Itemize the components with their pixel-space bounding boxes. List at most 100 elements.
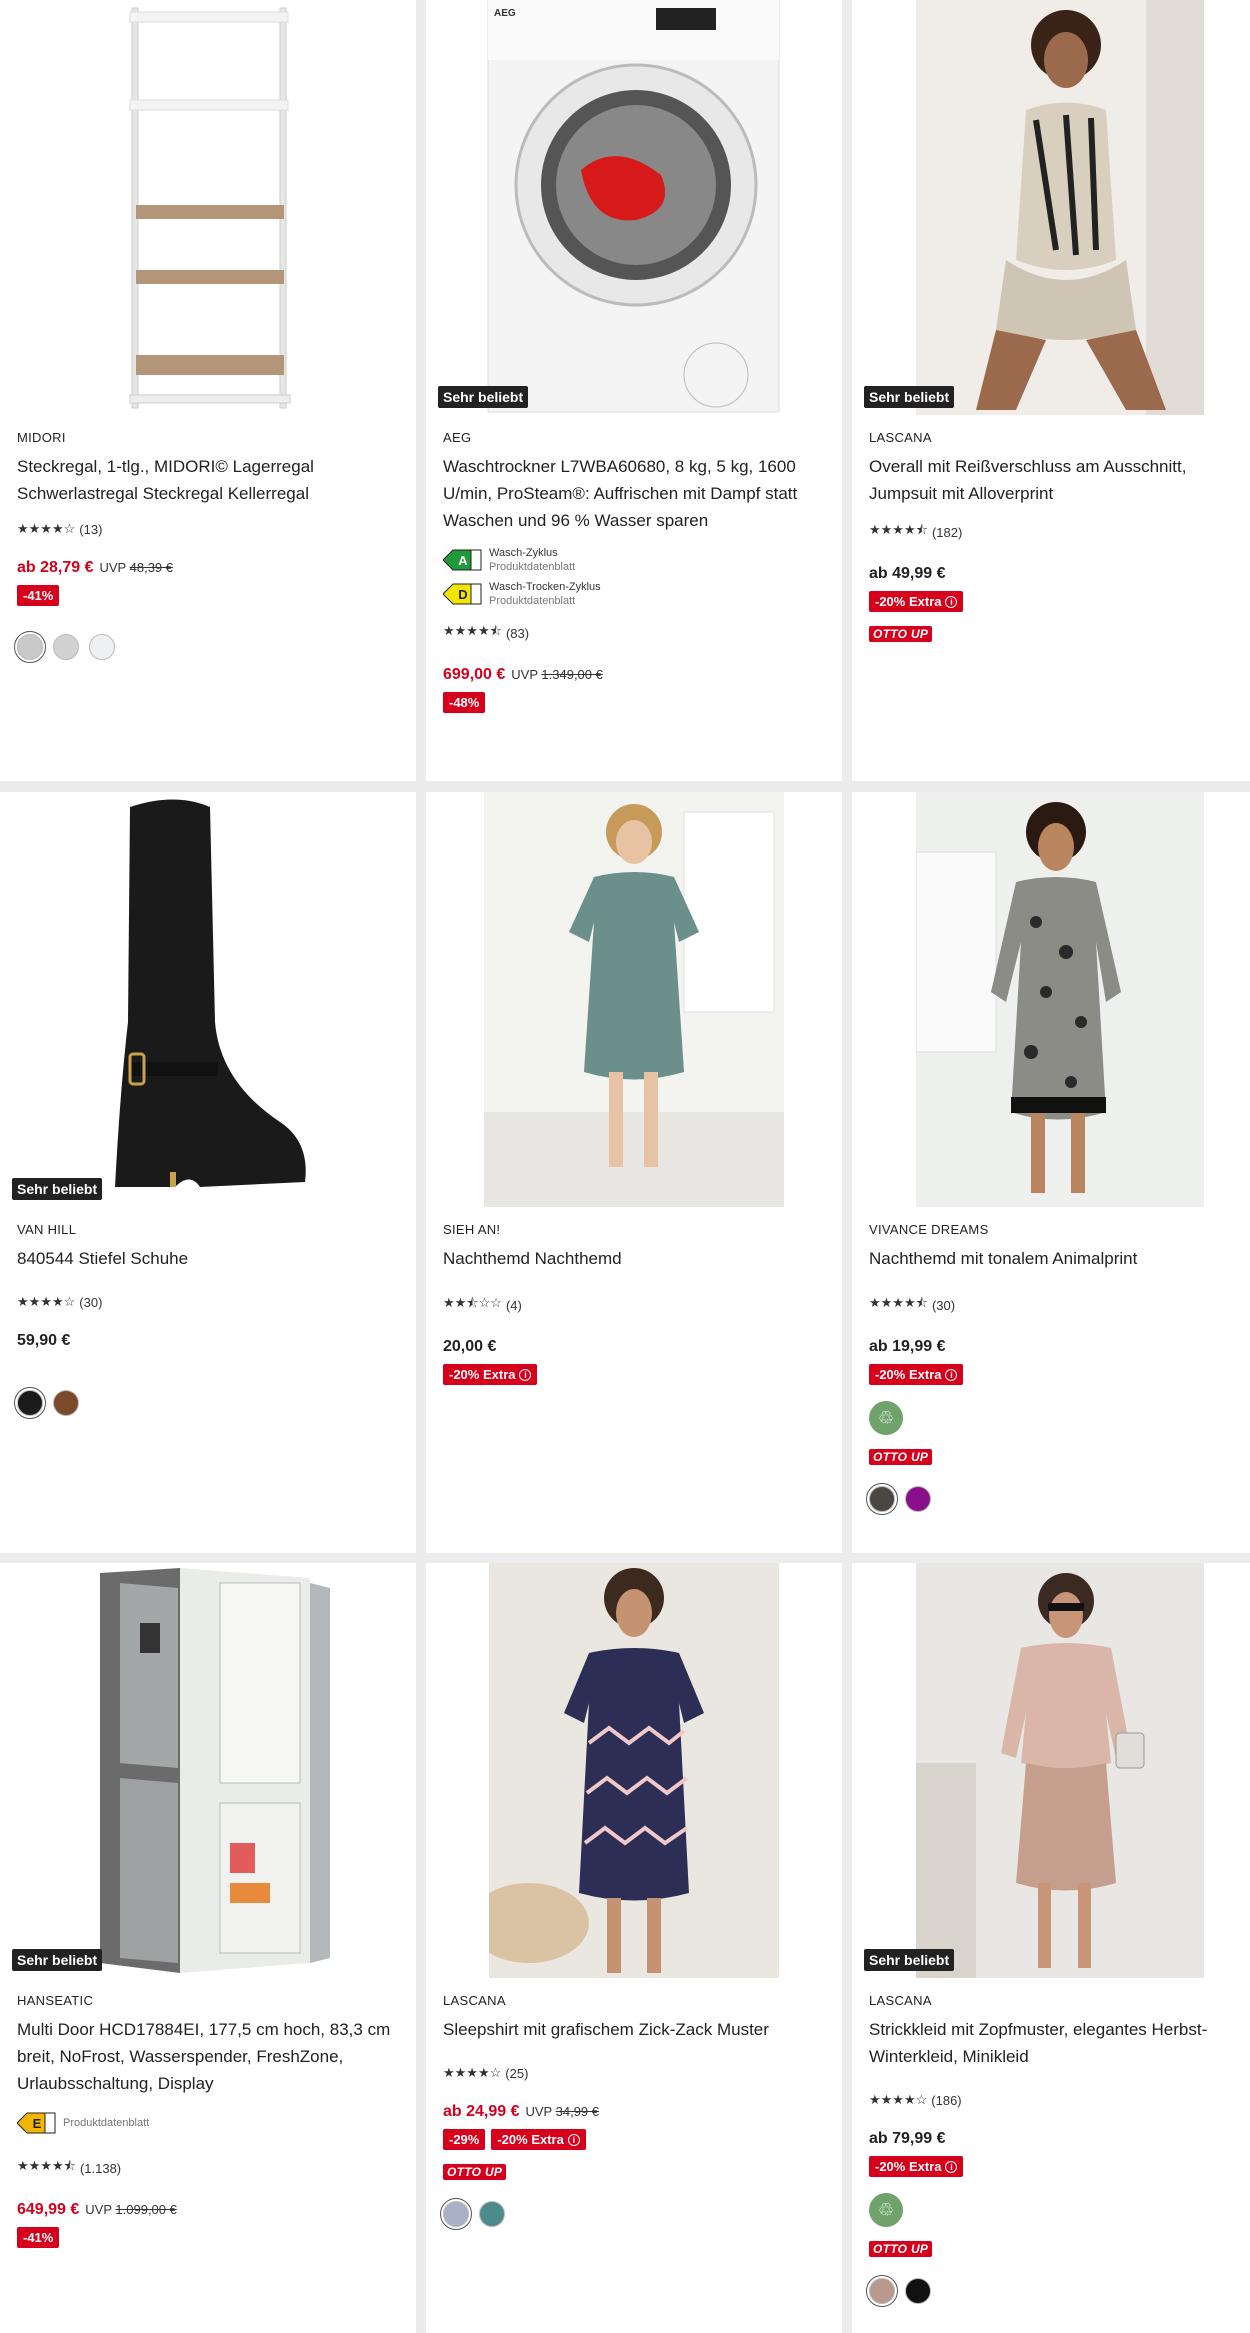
color-swatch[interactable] [866, 2275, 898, 2307]
product-title[interactable]: 840544 Stiefel Schuhe [17, 1245, 406, 1272]
product-brand: SIEH AN! [443, 1222, 501, 1237]
product-card[interactable]: SIEH AN! Nachthemd Nachthemd ★★⯪☆☆ (4) 2… [426, 792, 842, 1553]
info-icon[interactable]: i [567, 2133, 580, 2146]
product-price: ab 28,79 € UVP 48,39 € [17, 559, 406, 577]
energy-label[interactable]: D Wasch-Trocken-Zyklus Produktdatenblatt [443, 580, 832, 608]
color-swatch[interactable] [866, 1483, 898, 1515]
product-price: 59,90 € [17, 1332, 406, 1350]
product-title[interactable]: Overall mit Reißverschluss am Ausschnitt… [869, 453, 1240, 507]
discount-badge: -41% [17, 2227, 60, 2248]
review-count: (4) [505, 1297, 522, 1313]
sustainability-icon[interactable]: ♲ [869, 1401, 903, 1435]
product-image[interactable]: Sehr beliebt [0, 792, 416, 1207]
datasheet-link[interactable]: Produktdatenblatt [489, 594, 601, 608]
product-grid: MIDORI Steckregal, 1-tlg., MIDORI© Lager… [0, 0, 1250, 2333]
color-swatch[interactable] [14, 1387, 46, 1419]
old-price: 34,99 € [555, 2104, 599, 2119]
sustainability-icon[interactable]: ♲ [869, 2193, 903, 2227]
extra-discount-badge[interactable]: -20% Extra i [443, 1364, 538, 1385]
current-price: ab 24,99 € [443, 2103, 520, 2120]
svg-text:AEG: AEG [494, 8, 516, 19]
discount-badge: -41% [17, 585, 60, 606]
product-title[interactable]: Waschtrockner L7WBA60680, 8 kg, 5 kg, 16… [443, 453, 832, 534]
product-price: ab 49,99 € [869, 565, 1240, 583]
product-card[interactable]: Sehr beliebt HANSEATIC Multi Door HCD178… [0, 1563, 416, 2333]
review-count: (186) [931, 2092, 962, 2108]
product-price: 20,00 € [443, 1338, 832, 1356]
product-brand: VIVANCE DREAMS [869, 1222, 989, 1237]
product-card[interactable]: Sehr beliebt VAN HILL 840544 Stiefel Sch… [0, 792, 416, 1553]
color-swatch[interactable] [905, 1486, 931, 1512]
product-rating: ★★★★☆ (13) [17, 521, 406, 537]
popular-badge: Sehr beliebt [12, 1178, 103, 1200]
current-price: 59,90 € [17, 1332, 71, 1349]
product-card[interactable]: LASCANA Sleepshirt mit grafischem Zick-Z… [426, 1563, 842, 2333]
color-swatch[interactable] [53, 634, 79, 660]
product-card[interactable]: Sehr beliebt LASCANA Strickkleid mit Zop… [852, 1563, 1250, 2333]
uvp-label: UVP [525, 2104, 553, 2119]
color-swatch[interactable] [440, 2198, 472, 2230]
info-icon[interactable]: i [945, 1368, 958, 1381]
product-card[interactable]: MIDORI Steckregal, 1-tlg., MIDORI© Lager… [0, 0, 416, 781]
energy-label[interactable]: A Wasch-Zyklus Produktdatenblatt [443, 546, 832, 574]
datasheet-link[interactable]: Produktdatenblatt [63, 2116, 149, 2130]
energy-cycle-label: Wasch-Trocken-Zyklus [489, 581, 601, 593]
product-card[interactable]: Sehr beliebt LASCANA Overall mit Reißver… [852, 0, 1250, 781]
color-swatch[interactable] [53, 1390, 79, 1416]
old-price: 1.349,00 € [541, 667, 603, 682]
svg-text:A: A [458, 553, 468, 568]
shelf-image [129, 7, 291, 409]
product-card[interactable]: VIVANCE DREAMS Nachthemd mit tonalem Ani… [852, 792, 1250, 1553]
extra-discount-badge[interactable]: -20% Extra i [869, 1364, 964, 1385]
product-title[interactable]: Steckregal, 1-tlg., MIDORI© Lagerregal S… [17, 453, 406, 507]
product-price: ab 79,99 € [869, 2130, 1240, 2148]
extra-discount-badge[interactable]: -20% Extra i [869, 2156, 964, 2177]
product-card[interactable]: AEG Sehr beliebt AEG Waschtrockner L7WBA… [426, 0, 842, 781]
review-count: (182) [931, 524, 963, 540]
color-swatch[interactable] [905, 2278, 931, 2304]
review-count: (25) [505, 2065, 529, 2081]
extra-discount-badge[interactable]: -20% Extra i [869, 591, 964, 612]
product-image[interactable] [426, 1563, 842, 1978]
review-count: (30) [931, 1297, 956, 1313]
product-image[interactable]: Sehr beliebt [852, 1563, 1250, 1978]
product-image[interactable] [426, 792, 842, 1207]
color-swatches [866, 2275, 1240, 2307]
product-price: ab 19,99 € [869, 1338, 1240, 1356]
product-title[interactable]: Strickkleid mit Zopfmuster, elegantes He… [869, 2016, 1240, 2070]
jumpsuit-image [916, 0, 1204, 415]
review-count: (83) [505, 625, 530, 641]
rating-stars: ★★★★⯪ [443, 623, 502, 638]
rating-stars: ★★★★⯪ [869, 522, 928, 537]
product-image[interactable] [852, 792, 1250, 1207]
energy-class-a-icon: A [443, 549, 482, 571]
product-image[interactable]: AEG Sehr beliebt [426, 0, 842, 415]
info-icon[interactable]: i [945, 595, 958, 608]
product-title[interactable]: Multi Door HCD17884EI, 177,5 cm hoch, 83… [17, 2016, 406, 2097]
rating-stars: ★★⯪☆☆ [443, 1295, 502, 1310]
product-title[interactable]: Sleepshirt mit grafischem Zick-Zack Must… [443, 2016, 832, 2043]
energy-label[interactable]: E Produktdatenblatt [17, 2111, 406, 2135]
energy-class-e-icon: E [17, 2112, 56, 2134]
product-image[interactable] [0, 0, 416, 415]
product-image[interactable]: Sehr beliebt [0, 1563, 416, 1978]
color-swatches [14, 1387, 406, 1419]
product-price: 699,00 € UVP 1.349,00 € [443, 666, 832, 684]
extra-discount-badge[interactable]: -20% Extra i [491, 2129, 586, 2150]
product-title[interactable]: Nachthemd mit tonalem Animalprint [869, 1245, 1240, 1272]
washer-image: AEG [487, 0, 780, 413]
sleepshirt-image [489, 1563, 779, 1978]
color-swatch[interactable] [479, 2201, 505, 2227]
otto-up-logo: OTTO UP [869, 1449, 933, 1465]
product-title[interactable]: Nachthemd Nachthemd [443, 1245, 832, 1272]
color-swatches [440, 2198, 832, 2230]
color-swatch[interactable] [14, 631, 46, 663]
discount-badge: -48% [443, 692, 486, 713]
popular-badge: Sehr beliebt [864, 386, 955, 408]
current-price: ab 49,99 € [869, 565, 946, 582]
info-icon[interactable]: i [519, 1368, 532, 1381]
datasheet-link[interactable]: Produktdatenblatt [489, 560, 575, 574]
product-image[interactable]: Sehr beliebt [852, 0, 1250, 415]
info-icon[interactable]: i [945, 2160, 958, 2173]
color-swatch[interactable] [89, 634, 115, 660]
